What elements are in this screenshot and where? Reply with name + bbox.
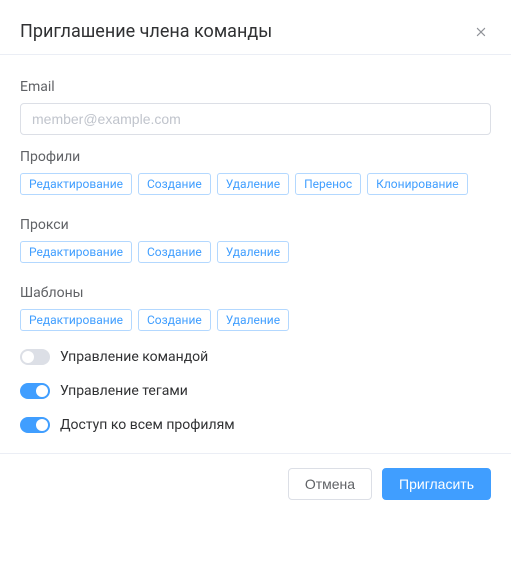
permission-tag-редактирование[interactable]: Редактирование	[20, 241, 132, 263]
permission-group-label: Прокси	[20, 217, 491, 233]
permission-tag-удаление[interactable]: Удаление	[217, 173, 289, 195]
permission-group-шаблоны: Шаблоны Редактирование Создание Удаление	[20, 285, 491, 331]
permission-tag-клонирование[interactable]: Клонирование	[367, 173, 468, 195]
switch-row-управление-командой: Управление командой	[20, 349, 491, 365]
email-field-item: Email	[20, 79, 491, 135]
email-label: Email	[20, 79, 491, 95]
dialog-header: Приглашение члена команды	[0, 0, 511, 54]
switch-knob	[36, 385, 48, 397]
switch-label: Управление командой	[60, 349, 208, 365]
permission-tag-row: Редактирование Создание Удаление	[20, 309, 491, 331]
permission-group-прокси: Прокси Редактирование Создание Удаление	[20, 217, 491, 263]
dialog-body: Email Профили Редактирование Создание Удале…	[0, 55, 511, 453]
permission-tag-удаление[interactable]: Удаление	[217, 241, 289, 263]
cancel-button[interactable]: Отмена	[288, 468, 372, 500]
permission-tag-редактирование[interactable]: Редактирование	[20, 309, 132, 331]
close-icon[interactable]	[471, 22, 491, 42]
permission-group-label: Шаблоны	[20, 285, 491, 301]
switch-toggle-управление-командой[interactable]	[20, 349, 50, 365]
switch-row-доступ-ко-всем-профилям: Доступ ко всем профилям	[20, 417, 491, 433]
switch-toggle-управление-тегами[interactable]	[20, 383, 50, 399]
permission-tag-row: Редактирование Создание Удаление	[20, 241, 491, 263]
dialog-title: Приглашение члена команды	[20, 20, 272, 44]
switch-knob	[36, 419, 48, 431]
permission-tag-создание[interactable]: Создание	[138, 173, 211, 195]
email-input[interactable]	[20, 103, 491, 135]
switch-row-управление-тегами: Управление тегами	[20, 383, 491, 399]
permission-tag-перенос[interactable]: Перенос	[295, 173, 361, 195]
permission-tag-row: Редактирование Создание Удаление Перенос Кло…	[20, 173, 491, 195]
invite-member-dialog: Приглашение члена команды Email Профили Р…	[0, 0, 511, 514]
permission-tag-создание[interactable]: Создание	[138, 309, 211, 331]
dialog-footer: Отмена Пригласить	[0, 453, 511, 514]
switch-knob	[22, 351, 34, 363]
permission-group-профили: Профили Редактирование Создание Удаление Пер…	[20, 149, 491, 195]
switch-label: Управление тегами	[60, 383, 188, 399]
permission-tag-удаление[interactable]: Удаление	[217, 309, 289, 331]
permission-group-label: Профили	[20, 149, 491, 165]
invite-button[interactable]: Пригласить	[382, 468, 491, 500]
switch-label: Доступ ко всем профилям	[60, 417, 235, 433]
permission-tag-редактирование[interactable]: Редактирование	[20, 173, 132, 195]
permission-tag-создание[interactable]: Создание	[138, 241, 211, 263]
switch-toggle-доступ-ко-всем-профилям[interactable]	[20, 417, 50, 433]
